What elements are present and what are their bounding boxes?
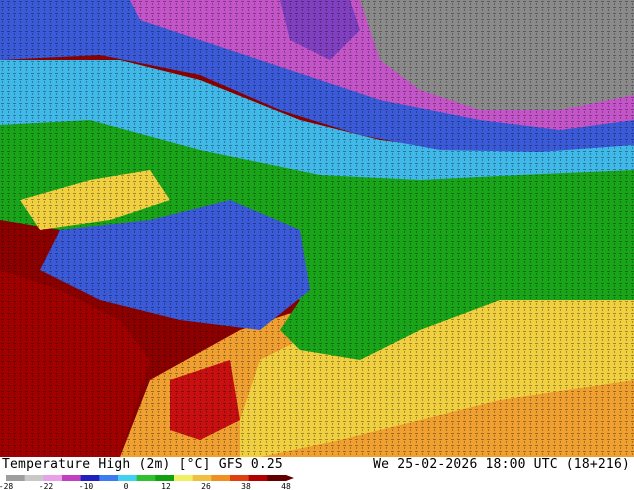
map-title: Temperature High (2m) [°C] GFS 0.25 bbox=[2, 457, 283, 472]
legend-swatch bbox=[192, 475, 212, 481]
legend-swatch bbox=[248, 475, 268, 481]
legend-tick-label: -22 bbox=[39, 482, 54, 490]
number-texture bbox=[0, 0, 634, 457]
legend-swatch bbox=[62, 475, 82, 481]
legend-tick-label: 48 bbox=[281, 482, 291, 490]
legend-tick-label: 0 bbox=[124, 482, 129, 490]
legend-swatch bbox=[43, 475, 63, 481]
legend-swatch bbox=[24, 475, 44, 481]
legend-tick-label: 38 bbox=[241, 482, 251, 490]
legend-swatch bbox=[118, 475, 138, 481]
temperature-map bbox=[0, 0, 634, 457]
legend-swatch bbox=[211, 475, 231, 481]
legend-swatch bbox=[174, 475, 194, 481]
legend-tick-label: -10 bbox=[79, 482, 94, 490]
legend-tick-label: -28 bbox=[0, 482, 13, 490]
legend-arrow-icon bbox=[286, 475, 294, 481]
legend-tick-label: 26 bbox=[201, 482, 211, 490]
legend-tick-label: 12 bbox=[161, 482, 171, 490]
legend-swatch bbox=[267, 475, 287, 481]
color-legend: -28 -22 -10 0 12 26 38 48 bbox=[0, 475, 294, 490]
legend-swatch bbox=[80, 475, 100, 481]
legend-swatch bbox=[136, 475, 156, 481]
legend-swatch bbox=[99, 475, 119, 481]
legend-swatch bbox=[155, 475, 175, 481]
legend-swatch bbox=[230, 475, 250, 481]
map-datetime: We 25-02-2026 18:00 UTC (18+216) bbox=[373, 457, 630, 472]
legend-swatch bbox=[6, 475, 26, 481]
